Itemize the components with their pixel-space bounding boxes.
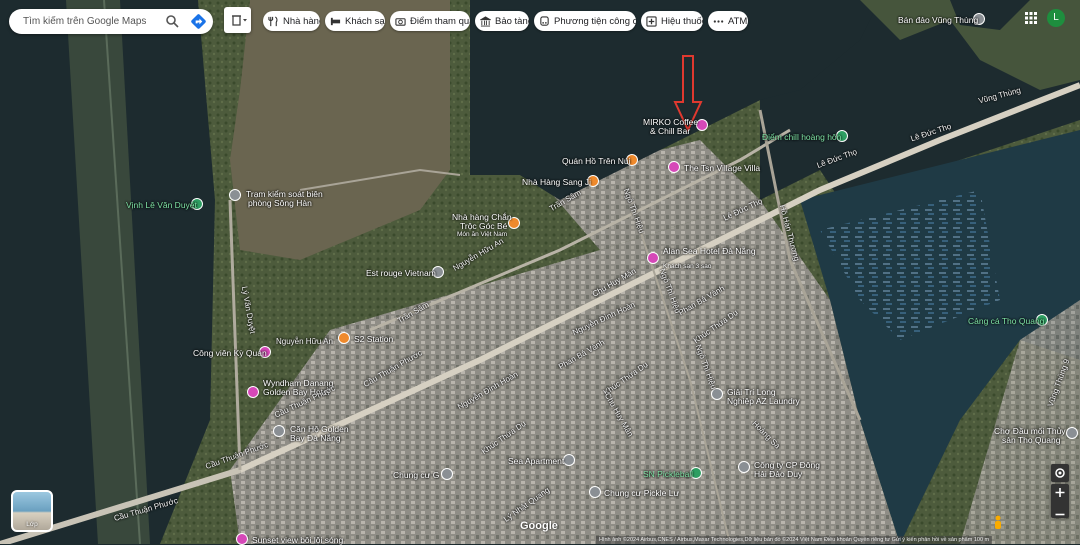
apps-grid-icon[interactable] (1025, 12, 1037, 24)
search-icon[interactable] (165, 14, 179, 28)
zoom-out-icon[interactable] (1051, 506, 1069, 523)
chip-hotels[interactable]: Khách sạn (325, 11, 385, 31)
place-label[interactable]: Cảng cá Thọ Quang (968, 316, 1044, 326)
search-input[interactable]: Tìm kiếm trên Google Maps (23, 16, 163, 27)
place-label: Nghiệp AZ Laundry (727, 396, 800, 406)
place-pin[interactable] (236, 533, 248, 545)
pegman-button[interactable] (992, 515, 1004, 530)
place-label[interactable]: Est rouge Vietnam (366, 268, 436, 278)
place-label[interactable]: Quán Hồ Trên Núi (562, 156, 631, 166)
place-label: Hải Đảo Duy (754, 469, 803, 479)
place-label[interactable]: Bán đảo Vũng Thùng (898, 15, 978, 25)
place-pin[interactable] (711, 388, 723, 400)
chip-label: Hiệu thuốc (661, 15, 703, 27)
transit-icon (540, 15, 549, 26)
place-pin[interactable] (668, 161, 680, 173)
chip-label: Phương tiện công cộ... (554, 15, 636, 27)
place-label[interactable]: S2 Station (354, 334, 393, 344)
chip-pharmacy[interactable]: Hiệu thuốc (641, 11, 703, 31)
place-pin[interactable] (1066, 427, 1078, 439)
place-pin[interactable] (229, 189, 241, 201)
bin-icon (232, 15, 247, 26)
more-icon (713, 19, 724, 23)
place-label[interactable]: The Tsn Village Villa (684, 163, 760, 173)
restaurant-icon (268, 15, 278, 26)
place-pin[interactable] (647, 252, 659, 264)
place-pin[interactable] (589, 486, 601, 498)
place-label[interactable]: Điểm chill hoàng hôn (762, 132, 841, 142)
place-pin[interactable] (441, 468, 453, 480)
chip-attractions[interactable]: Điểm tham quan (390, 11, 470, 31)
place-pin[interactable] (247, 386, 259, 398)
chip-label: Nhà hàng (283, 15, 320, 27)
place-pin[interactable] (563, 454, 575, 466)
chip-label: Khách sạn (345, 15, 385, 27)
chip-label: ATM (728, 15, 748, 27)
attribution-footer: Hình ảnh ©2024 Airbus,CNES / Airbus,Maxa… (596, 536, 993, 544)
chip-label: Điểm tham quan (410, 15, 470, 27)
place-label[interactable]: Chung cư Pickle Lư (604, 488, 679, 498)
chip-restaurants[interactable]: Nhà hàng (263, 11, 320, 31)
place-label: sản Thọ Quang (1002, 435, 1061, 445)
google-logo: Google (520, 520, 558, 532)
layers-thumbnail[interactable]: Lớp (11, 490, 53, 532)
place-label[interactable]: Nhà Hàng Sang Ji (522, 177, 591, 187)
chip-label: Bảo tàng (495, 15, 529, 27)
layers-toggle-button[interactable] (224, 7, 251, 33)
place-label[interactable]: Vịnh Lê Văn Duyệt (126, 200, 197, 210)
road-label: Nguyễn Hữu An (276, 337, 333, 346)
museum-icon (480, 15, 491, 27)
zoom-in-icon[interactable] (1051, 484, 1069, 501)
layers-label: Lớp (26, 521, 38, 528)
camera-icon (395, 17, 406, 26)
place-label: & Chill Bar (650, 126, 691, 136)
locate-icon (1055, 468, 1065, 478)
place-pin[interactable] (338, 332, 350, 344)
my-location-button[interactable] (1051, 464, 1069, 482)
place-label[interactable]: Alan Sea Hotel Đà Nẵng (663, 246, 756, 256)
pharmacy-icon (646, 15, 657, 27)
chip-transit[interactable]: Phương tiện công cộ... (534, 11, 636, 31)
place-pin[interactable] (273, 425, 285, 437)
place-label[interactable]: Công viên Kỳ Quan (193, 348, 267, 358)
place-label: Bay Đà Nẵng (290, 433, 341, 443)
directions-icon[interactable] (190, 13, 207, 30)
pegman-icon (995, 515, 1001, 529)
search-box[interactable]: Tìm kiếm trên Google Maps (9, 9, 213, 34)
place-label[interactable]: Sea Apartment (508, 456, 564, 466)
place-label: Khách sạn 3 sao (663, 263, 712, 270)
hotel-icon (330, 17, 341, 25)
account-avatar[interactable]: L (1047, 9, 1065, 27)
chip-museums[interactable]: Bảo tàng (475, 11, 529, 31)
place-label[interactable]: Chung cư G (393, 470, 439, 480)
place-pin[interactable] (738, 461, 750, 473)
zoom-controls (1051, 484, 1069, 518)
place-label: phòng Sông Hàn (248, 198, 312, 208)
place-label[interactable]: SN Pickleball (643, 469, 693, 479)
chip-atm[interactable]: ATM (708, 11, 748, 31)
